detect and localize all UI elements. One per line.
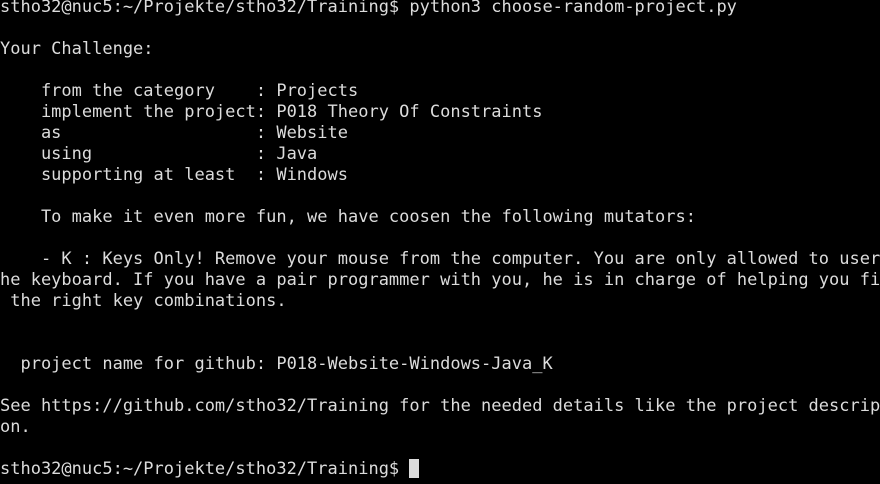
terminal-line: - K : Keys Only! Remove your mouse from … (0, 249, 880, 269)
terminal-line: project name for github: P018-Website-Wi… (0, 354, 553, 374)
terminal-line: as : Website (0, 123, 348, 143)
terminal-line: using : Java (0, 144, 318, 164)
terminal-line: See https://github.com/stho32/Training f… (0, 396, 880, 416)
terminal-prompt-line[interactable]: stho32@nuc5:~/Projekte/stho32/Training$ (0, 459, 880, 480)
terminal-line: Your Challenge: (0, 39, 154, 59)
terminal-line: supporting at least : Windows (0, 165, 348, 185)
terminal-line: implement the project: P018 Theory Of Co… (0, 102, 543, 122)
terminal-line: from the category : Projects (0, 81, 359, 101)
terminal-line: To make it even more fun, we have coosen… (0, 207, 696, 227)
terminal-line: he keyboard. If you have a pair programm… (0, 270, 880, 290)
terminal-window[interactable]: stho32@nuc5:~/Projekte/stho32/Training$ … (0, 0, 880, 484)
terminal-line: stho32@nuc5:~/Projekte/stho32/Training$ … (0, 0, 737, 17)
terminal-prompt: stho32@nuc5:~/Projekte/stho32/Training$ (0, 459, 410, 479)
terminal-line: on. (0, 417, 31, 437)
text-cursor[interactable] (409, 459, 420, 478)
terminal-line: the right key combinations. (0, 291, 287, 311)
